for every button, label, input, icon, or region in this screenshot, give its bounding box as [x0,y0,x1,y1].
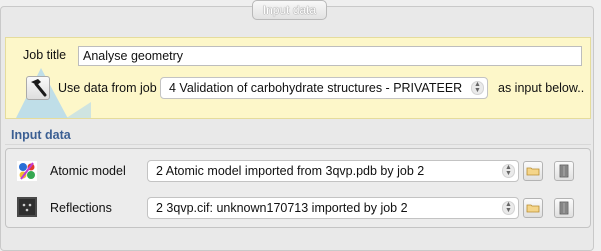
chevron-updown-icon: ▲ ▼ [502,201,515,215]
section-title-input-data: Input data [11,128,71,142]
atomic-model-label: Atomic model [50,164,126,178]
hammer-icon [31,79,47,97]
reflections-icon [17,197,37,217]
view-icon [559,164,569,178]
reflections-view-button[interactable] [554,198,574,218]
job-header-box: Job title Analyse geometry Use data from… [5,37,591,119]
as-input-label: as input below.. [498,81,585,95]
use-data-label: Use data from job [58,81,157,95]
reflections-value: 2 3qvp.cif: unknown170713 imported by jo… [156,201,408,215]
source-job-value: 4 Validation of carbohydrate structures … [169,81,463,95]
reflections-folder-button[interactable] [523,198,543,218]
reflections-select[interactable]: 2 3qvp.cif: unknown170713 imported by jo… [147,197,519,219]
chevron-updown-icon: ▲ ▼ [471,81,484,95]
atomic-model-select[interactable]: 2 Atomic model imported from 3qvp.pdb by… [147,160,519,182]
job-title-input[interactable]: Analyse geometry [78,46,582,66]
folder-icon [526,167,540,176]
atomic-model-value: 2 Atomic model imported from 3qvp.pdb by… [156,164,425,178]
hammer-button[interactable] [26,76,50,100]
reflections-label: Reflections [50,201,112,215]
atomic-model-view-button[interactable] [554,161,574,181]
chevron-updown-icon: ▲ ▼ [502,164,515,178]
folder-icon [526,204,540,213]
tab-input-data[interactable]: Input data [252,0,327,20]
source-job-select[interactable]: 4 Validation of carbohydrate structures … [160,77,488,99]
atomic-model-icon [17,161,37,181]
section-divider [5,144,591,145]
view-icon [559,201,569,215]
atomic-model-folder-button[interactable] [523,161,543,181]
job-title-label: Job title [23,48,67,62]
